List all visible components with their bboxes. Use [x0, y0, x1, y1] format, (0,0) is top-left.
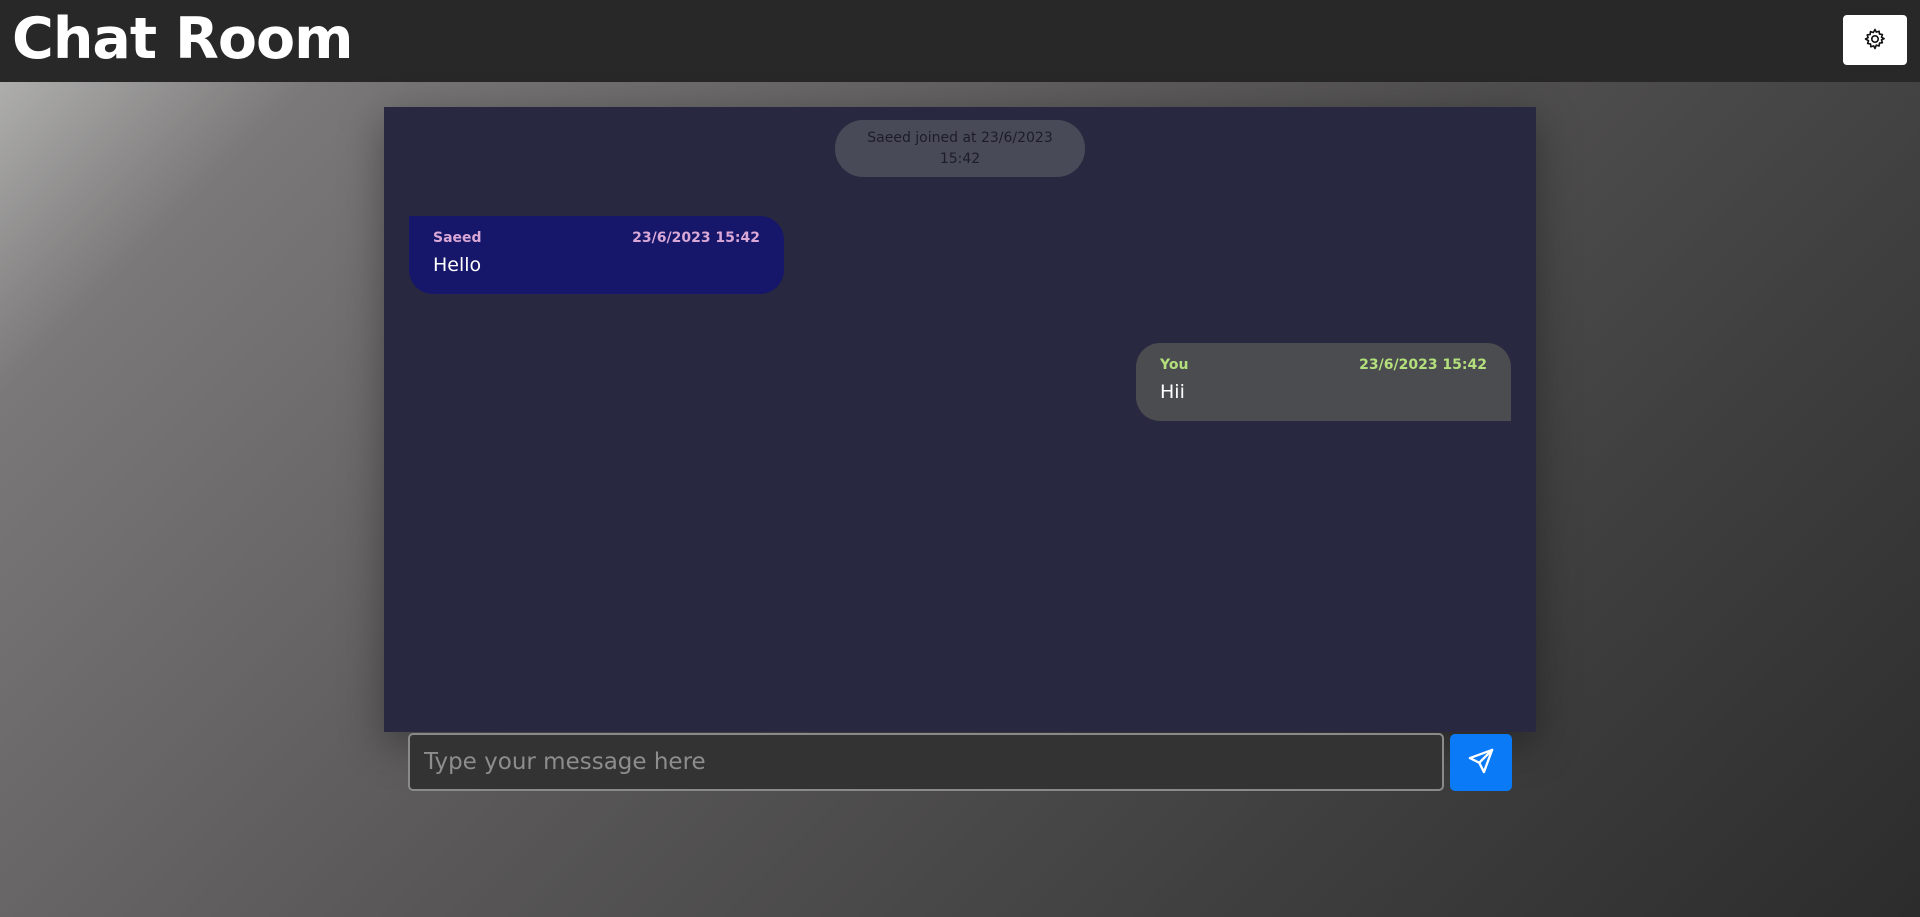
gear-icon [1863, 27, 1887, 54]
top-bar: Chat Room [0, 0, 1920, 82]
message-input[interactable] [408, 733, 1444, 791]
message-timestamp: 23/6/2023 15:42 [1359, 357, 1487, 373]
send-button[interactable] [1450, 734, 1512, 791]
message-meta: Saeed 23/6/2023 15:42 [433, 228, 760, 248]
paper-plane-icon [1467, 747, 1495, 778]
app-title: Chat Room [12, 6, 354, 72]
chat-messages-panel[interactable]: Saeed joined at 23/6/2023 15:42 Saeed 23… [384, 107, 1536, 732]
system-message-join: Saeed joined at 23/6/2023 15:42 [835, 120, 1085, 177]
message-text: Hello [433, 254, 482, 276]
message-text: Hii [1160, 381, 1185, 403]
message-sender: You [1160, 357, 1189, 373]
message-timestamp: 23/6/2023 15:42 [632, 230, 760, 246]
message-bubble-outgoing: You 23/6/2023 15:42 Hii [1136, 343, 1511, 421]
message-meta: You 23/6/2023 15:42 [1160, 355, 1487, 375]
settings-button[interactable] [1843, 15, 1907, 65]
message-bubble-incoming: Saeed 23/6/2023 15:42 Hello [409, 216, 784, 294]
message-sender: Saeed [433, 230, 482, 246]
